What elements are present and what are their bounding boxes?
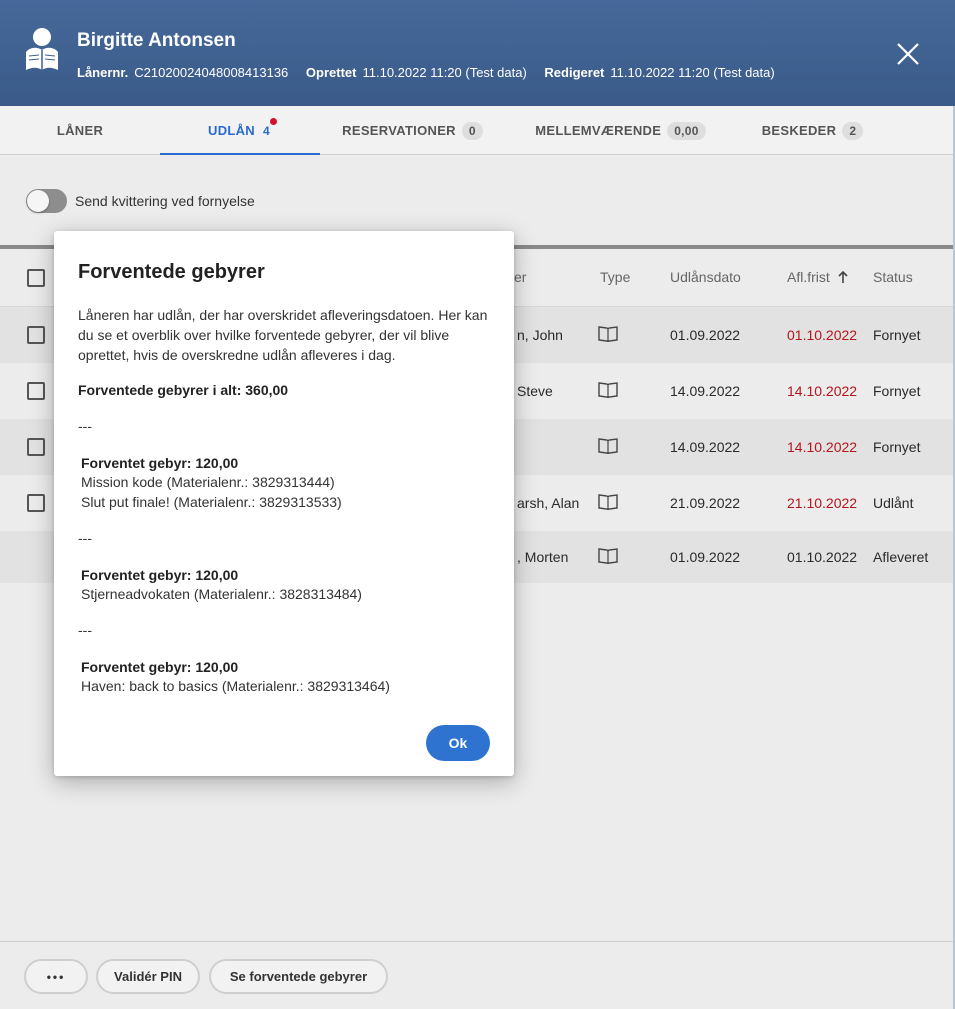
loaner-number-value: C21020024048008413136 bbox=[134, 65, 289, 80]
tab-mellemvaerende[interactable]: MELLEMVÆRENDE 0,00 bbox=[528, 106, 713, 155]
reader-icon bbox=[26, 28, 58, 70]
row-checkbox[interactable] bbox=[27, 326, 45, 344]
loaner-number-label: Lånernr. bbox=[77, 65, 129, 80]
fee-group-title: Forventet gebyr: 120,00 bbox=[81, 659, 239, 675]
dialog-title: Forventede gebyrer bbox=[78, 261, 265, 283]
tab-udlaan[interactable]: UDLÅN 4 bbox=[160, 106, 320, 155]
row-loan-date: 14.09.2022 bbox=[670, 439, 741, 455]
close-icon[interactable] bbox=[893, 39, 923, 69]
fee-item: Haven: back to basics (Materialenr.: 382… bbox=[81, 678, 390, 694]
fee-item: Slut put finale! (Materialenr.: 38293135… bbox=[81, 494, 342, 510]
col-status[interactable]: Status bbox=[873, 269, 913, 285]
row-checkbox[interactable] bbox=[27, 382, 45, 400]
book-icon bbox=[598, 548, 618, 564]
tab-bar: LÅNER UDLÅN 4 RESERVATIONER 0 MELLEMVÆREND… bbox=[0, 106, 955, 155]
toggle-knob bbox=[27, 190, 49, 212]
created-value: 11.10.2022 11:20 (Test data) bbox=[362, 65, 527, 80]
row-author: Steve bbox=[517, 383, 553, 399]
row-due-date: 01.10.2022 bbox=[787, 327, 858, 343]
row-checkbox[interactable] bbox=[27, 494, 45, 512]
receipt-toggle-label: Send kvittering ved fornyelse bbox=[75, 193, 255, 209]
tab-label: UDLÅN bbox=[208, 123, 255, 138]
dialog-separator: --- bbox=[78, 622, 92, 638]
row-due-date: 14.10.2022 bbox=[787, 383, 858, 399]
row-loan-date: 21.09.2022 bbox=[670, 495, 741, 511]
row-author: n, John bbox=[517, 327, 563, 343]
row-checkbox[interactable] bbox=[27, 438, 45, 456]
arrow-up-icon bbox=[838, 270, 848, 283]
tab-beskeder[interactable]: BESKEDER 2 bbox=[755, 106, 870, 155]
row-loan-date: 14.09.2022 bbox=[670, 383, 741, 399]
row-loan-date: 01.09.2022 bbox=[670, 327, 741, 343]
row-status: Udlånt bbox=[873, 495, 914, 511]
more-button[interactable]: ••• bbox=[24, 959, 88, 994]
created-label: Oprettet bbox=[305, 65, 357, 80]
dialog-total: Forventede gebyrer i alt: 360,00 bbox=[78, 382, 289, 398]
receipt-toggle-row: Send kvittering ved fornyelse bbox=[26, 188, 255, 214]
row-status: Fornyet bbox=[873, 327, 921, 343]
book-icon bbox=[598, 438, 618, 454]
tab-label: LÅNER bbox=[56, 123, 104, 138]
ok-button[interactable]: Ok bbox=[426, 725, 490, 761]
patron-header: Birgitte Antonsen Lånernr. C2102002404800… bbox=[0, 0, 955, 106]
tab-label: MELLEMVÆRENDE bbox=[535, 123, 662, 138]
tab-count-badge: 4 bbox=[261, 118, 277, 140]
validate-pin-button[interactable]: Validér PIN bbox=[96, 959, 200, 994]
dialog-separator: --- bbox=[78, 418, 92, 434]
edited-value: 11.10.2022 11:20 (Test data) bbox=[610, 65, 775, 80]
fee-item: Mission kode (Materialenr.: 3829313444) bbox=[81, 474, 335, 490]
tab-reservationer[interactable]: RESERVATIONER 0 bbox=[335, 106, 490, 155]
book-icon bbox=[598, 326, 618, 342]
patron-meta: Lånernr. C21020024048008413136 Oprettet 11… bbox=[77, 65, 789, 80]
col-type[interactable]: Type bbox=[600, 269, 630, 285]
dialog-intro: Låneren har udlån, der har overskridet a… bbox=[78, 307, 488, 363]
tab-label: RESERVATIONER bbox=[342, 123, 456, 138]
expected-fees-dialog: Forventede gebyrer Låneren har udlån, de… bbox=[54, 231, 514, 776]
dialog-separator: --- bbox=[78, 530, 92, 546]
row-loan-date: 01.09.2022 bbox=[670, 549, 741, 565]
tab-count-badge: 0 bbox=[461, 122, 483, 140]
fee-group-title: Forventet gebyr: 120,00 bbox=[81, 567, 239, 583]
action-footer: ••• Validér PIN Se forventede gebyrer bbox=[0, 941, 955, 1009]
row-due-date: 21.10.2022 bbox=[787, 495, 858, 511]
expected-fees-button[interactable]: Se forventede gebyrer bbox=[209, 959, 388, 994]
row-status: Fornyet bbox=[873, 439, 921, 455]
notification-dot bbox=[269, 118, 277, 125]
row-due-date: 01.10.2022 bbox=[787, 549, 858, 565]
row-status: Fornyet bbox=[873, 383, 921, 399]
edited-label: Redigeret bbox=[544, 65, 605, 80]
tab-label: BESKEDER bbox=[761, 123, 837, 138]
tab-count-badge: 2 bbox=[842, 122, 864, 140]
fee-item: Stjerneadvokaten (Materialenr.: 38283134… bbox=[81, 586, 362, 602]
tab-laaner[interactable]: LÅNER bbox=[40, 106, 120, 155]
select-all-checkbox[interactable] bbox=[27, 269, 45, 287]
row-status: Afleveret bbox=[873, 549, 929, 565]
col-author[interactable]: er bbox=[514, 269, 526, 285]
col-due-date[interactable]: Afl.frist bbox=[787, 269, 848, 285]
patron-name: Birgitte Antonsen bbox=[77, 30, 236, 51]
tab-count-badge: 0,00 bbox=[667, 122, 706, 140]
book-icon bbox=[598, 382, 618, 398]
fee-group-title: Forventet gebyr: 120,00 bbox=[81, 455, 239, 471]
book-icon bbox=[598, 494, 618, 510]
col-loan-date[interactable]: Udlånsdato bbox=[670, 269, 741, 285]
row-author: , Morten bbox=[517, 549, 569, 565]
row-due-date: 14.10.2022 bbox=[787, 439, 858, 455]
row-author: arsh, Alan bbox=[517, 495, 580, 511]
receipt-toggle[interactable] bbox=[26, 189, 67, 213]
